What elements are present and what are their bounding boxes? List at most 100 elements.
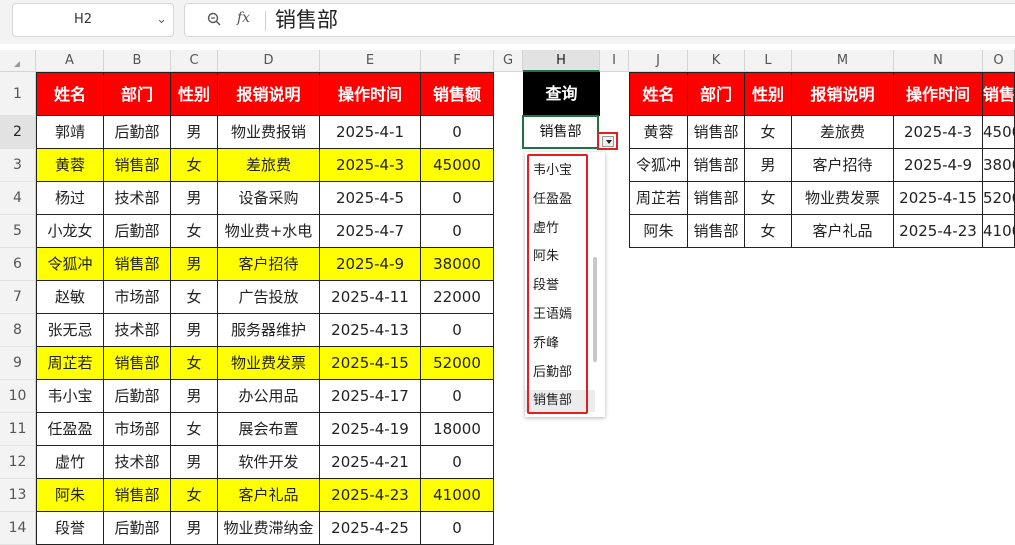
result-table-cell[interactable]: 2025-4-9 bbox=[894, 149, 983, 182]
column-header-e[interactable]: E bbox=[320, 50, 421, 72]
main-table-cell[interactable]: 0 bbox=[421, 512, 494, 545]
main-table-cell[interactable]: 物业费滞纳金 bbox=[218, 512, 320, 545]
row-header-4[interactable]: 4 bbox=[0, 182, 36, 215]
main-table-cell[interactable]: 女 bbox=[171, 149, 218, 182]
main-table-cell[interactable]: 女 bbox=[171, 413, 218, 446]
column-header-k[interactable]: K bbox=[688, 50, 745, 72]
main-table-cell[interactable]: 2025-4-5 bbox=[320, 182, 421, 215]
column-header-l[interactable]: L bbox=[745, 50, 792, 72]
dropdown-scrollbar[interactable] bbox=[593, 257, 597, 362]
function-icon[interactable]: fx bbox=[237, 10, 250, 26]
main-table-cell[interactable]: 2025-4-15 bbox=[320, 347, 421, 380]
main-table-cell[interactable]: 后勤部 bbox=[104, 116, 171, 149]
main-table-cell[interactable]: 男 bbox=[171, 380, 218, 413]
main-table-cell[interactable]: 2025-4-17 bbox=[320, 380, 421, 413]
main-table-cell[interactable]: 周芷若 bbox=[36, 347, 104, 380]
dropdown-option[interactable]: 乔峰 bbox=[533, 333, 559, 355]
main-table-cell[interactable]: 男 bbox=[171, 314, 218, 347]
main-table-cell[interactable]: 2025-4-25 bbox=[320, 512, 421, 545]
row-header-10[interactable]: 10 bbox=[0, 380, 36, 413]
column-header-h[interactable]: H bbox=[523, 50, 600, 72]
result-table-cell[interactable]: 女 bbox=[745, 116, 792, 149]
result-table-cell[interactable]: 周芷若 bbox=[629, 182, 688, 215]
result-table-cell[interactable]: 令狐冲 bbox=[629, 149, 688, 182]
main-table-cell[interactable]: 段誉 bbox=[36, 512, 104, 545]
result-table-cell[interactable]: 41000 bbox=[983, 215, 1015, 248]
result-table-cell[interactable]: 销售部 bbox=[688, 215, 745, 248]
row-header-2[interactable]: 2 bbox=[0, 116, 36, 149]
column-header-i[interactable]: I bbox=[600, 50, 629, 72]
main-table-cell[interactable]: 黄蓉 bbox=[36, 149, 104, 182]
formula-bar[interactable]: fx 销售部 bbox=[184, 3, 1015, 37]
main-table-cell[interactable]: 差旅费 bbox=[218, 149, 320, 182]
main-table-cell[interactable]: 0 bbox=[421, 215, 494, 248]
main-table-cell[interactable]: 张无忌 bbox=[36, 314, 104, 347]
main-table-cell[interactable]: 客户礼品 bbox=[218, 479, 320, 512]
result-table-cell[interactable]: 2025-4-15 bbox=[894, 182, 983, 215]
row-header-14[interactable]: 14 bbox=[0, 512, 36, 545]
main-table-cell[interactable]: 女 bbox=[171, 479, 218, 512]
main-table-cell[interactable]: 男 bbox=[171, 116, 218, 149]
main-table-cell[interactable]: 技术部 bbox=[104, 314, 171, 347]
main-table-cell[interactable]: 设备采购 bbox=[218, 182, 320, 215]
main-table-cell[interactable]: 0 bbox=[421, 446, 494, 479]
row-header-11[interactable]: 11 bbox=[0, 413, 36, 446]
main-table-cell[interactable]: 男 bbox=[171, 182, 218, 215]
main-table-cell[interactable]: 赵敏 bbox=[36, 281, 104, 314]
column-header-a[interactable]: A bbox=[36, 50, 104, 72]
main-table-cell[interactable]: 后勤部 bbox=[104, 215, 171, 248]
column-header-m[interactable]: M bbox=[792, 50, 894, 72]
row-header-6[interactable]: 6 bbox=[0, 248, 36, 281]
dropdown-option[interactable]: 任盈盈 bbox=[533, 189, 572, 211]
result-table-cell[interactable]: 阿朱 bbox=[629, 215, 688, 248]
result-table-cell[interactable]: 客户礼品 bbox=[792, 215, 894, 248]
query-value-cell[interactable]: 销售部 bbox=[522, 115, 599, 149]
main-table-cell[interactable]: 0 bbox=[421, 314, 494, 347]
main-table-cell[interactable]: 0 bbox=[421, 182, 494, 215]
dropdown-option[interactable]: 王语嫣 bbox=[533, 304, 572, 326]
main-table-cell[interactable]: 男 bbox=[171, 512, 218, 545]
main-table-cell[interactable]: 2025-4-19 bbox=[320, 413, 421, 446]
main-table-cell[interactable]: 男 bbox=[171, 446, 218, 479]
zoom-icon[interactable] bbox=[207, 12, 221, 26]
result-table-cell[interactable]: 销售部 bbox=[688, 149, 745, 182]
result-table-cell[interactable]: 男 bbox=[745, 149, 792, 182]
main-table-cell[interactable]: 0 bbox=[421, 380, 494, 413]
dropdown-option[interactable]: 韦小宝 bbox=[533, 160, 572, 182]
main-table-cell[interactable]: 女 bbox=[171, 215, 218, 248]
main-table-cell[interactable]: 52000 bbox=[421, 347, 494, 380]
result-table-cell[interactable]: 2025-4-23 bbox=[894, 215, 983, 248]
main-table-cell[interactable]: 男 bbox=[171, 248, 218, 281]
result-table-cell[interactable]: 物业费发票 bbox=[792, 182, 894, 215]
result-table-cell[interactable]: 客户招待 bbox=[792, 149, 894, 182]
row-header-8[interactable]: 8 bbox=[0, 314, 36, 347]
main-table-cell[interactable]: 41000 bbox=[421, 479, 494, 512]
main-table-cell[interactable]: 市场部 bbox=[104, 413, 171, 446]
main-table-cell[interactable]: 销售部 bbox=[104, 248, 171, 281]
validation-dropdown-list[interactable]: 韦小宝 任盈盈 虚竹 阿朱 段誉 王语嫣 乔峰 后勤部 销售部 bbox=[525, 152, 605, 417]
main-table-cell[interactable]: 2025-4-11 bbox=[320, 281, 421, 314]
row-header-3[interactable]: 3 bbox=[0, 149, 36, 182]
result-table-cell[interactable]: 38000 bbox=[983, 149, 1015, 182]
main-table-cell[interactable]: 18000 bbox=[421, 413, 494, 446]
row-header-1[interactable]: 1 bbox=[0, 72, 36, 116]
dropdown-option[interactable]: 段誉 bbox=[533, 275, 559, 297]
main-table-cell[interactable]: 后勤部 bbox=[104, 380, 171, 413]
column-header-j[interactable]: J bbox=[629, 50, 688, 72]
main-table-cell[interactable]: 广告投放 bbox=[218, 281, 320, 314]
column-header-f[interactable]: F bbox=[421, 50, 494, 72]
column-header-d[interactable]: D bbox=[218, 50, 320, 72]
main-table-cell[interactable]: 虚竹 bbox=[36, 446, 104, 479]
main-table-cell[interactable]: 物业费+水电 bbox=[218, 215, 320, 248]
result-table-cell[interactable]: 2025-4-3 bbox=[894, 116, 983, 149]
main-table-cell[interactable]: 市场部 bbox=[104, 281, 171, 314]
row-header-9[interactable]: 9 bbox=[0, 347, 36, 380]
column-header-n[interactable]: N bbox=[894, 50, 983, 72]
main-table-cell[interactable]: 软件开发 bbox=[218, 446, 320, 479]
main-table-cell[interactable]: 令狐冲 bbox=[36, 248, 104, 281]
main-table-cell[interactable]: 技术部 bbox=[104, 446, 171, 479]
main-table-cell[interactable]: 服务器维护 bbox=[218, 314, 320, 347]
main-table-cell[interactable]: 2025-4-21 bbox=[320, 446, 421, 479]
main-table-cell[interactable]: 2025-4-13 bbox=[320, 314, 421, 347]
main-table-cell[interactable]: 女 bbox=[171, 281, 218, 314]
